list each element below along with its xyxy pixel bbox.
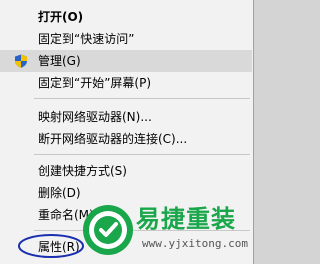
brand-logo-icon [83, 205, 133, 255]
watermark: 易捷重装 www.yjxitong.com [68, 196, 263, 264]
watermark-url: www.yjxitong.com [142, 237, 248, 250]
menu-item-pin-quick-access[interactable]: 固定到“快速访问” [0, 28, 252, 50]
menu-item-open[interactable]: 打开(O) [0, 6, 252, 28]
menu-item-manage[interactable]: 管理(G) [0, 50, 252, 72]
menu-item-manage-label: 管理(G) [38, 54, 81, 68]
menu-separator [34, 98, 250, 99]
menu-item-disconnect-network-drive[interactable]: 断开网络驱动器的连接(C)... [0, 128, 252, 150]
menu-item-pin-start-label: 固定到“开始”屏幕(P) [38, 76, 152, 90]
menu-item-map-network-drive-label: 映射网络驱动器(N)... [38, 110, 152, 124]
menu-item-create-shortcut-label: 创建快捷方式(S) [38, 164, 127, 178]
menu-item-disconnect-network-drive-label: 断开网络驱动器的连接(C)... [38, 132, 188, 146]
menu-item-create-shortcut[interactable]: 创建快捷方式(S) [0, 160, 252, 182]
menu-item-map-network-drive[interactable]: 映射网络驱动器(N)... [0, 106, 252, 128]
menu-separator [34, 154, 250, 155]
menu-item-pin-quick-access-label: 固定到“快速访问” [38, 32, 135, 46]
uac-shield-icon [15, 54, 27, 68]
watermark-brand: 易捷重装 [136, 205, 236, 233]
menu-item-pin-start[interactable]: 固定到“开始”屏幕(P) [0, 72, 252, 94]
menu-item-open-label: 打开(O) [38, 10, 84, 24]
